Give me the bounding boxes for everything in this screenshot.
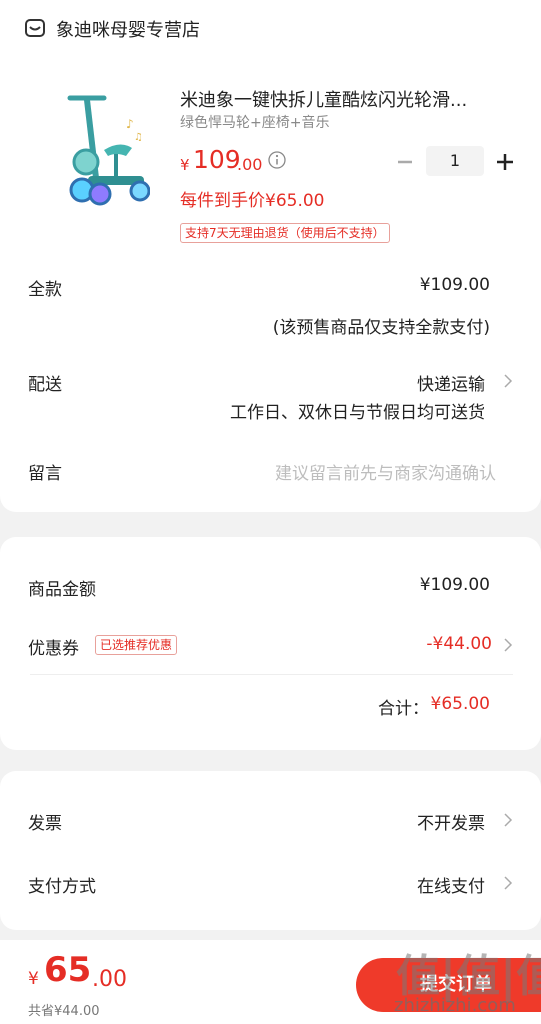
full-payment-note: (该预售商品仅支持全款支付) [272,318,490,338]
price-symbol: ¥ [180,156,190,174]
return-policy-badge: 支持7天无理由退货（使用后不支持） [180,223,390,243]
svg-text:♪: ♪ [126,117,134,131]
subtotal-label: 合计： [378,699,429,719]
invoice-payment-card [0,771,541,930]
coupon-label: 优惠券 [28,639,79,659]
chevron-right-icon[interactable] [503,875,513,891]
decrease-quantity-button[interactable] [392,149,418,175]
product-title[interactable]: 米迪象一键快拆儿童酷炫闪光轮滑... [180,86,467,112]
coupon-value[interactable]: -¥44.00 [426,634,492,654]
chevron-right-icon[interactable] [503,637,513,653]
divider [30,674,513,675]
delivery-label: 配送 [28,375,62,395]
delivery-note: 工作日、双休日与节假日均可送货 [230,403,485,423]
subtotal-value: ¥65.00 [430,694,490,714]
order-product-card [0,0,541,512]
product-spec: 绿色悍马轮+座椅+音乐 [180,115,330,131]
store-icon [25,19,45,37]
per-item-price: 每件到手价¥65.00 [180,191,325,211]
delivery-method[interactable]: 快递运输 [417,370,485,395]
price-integer: 109 [193,145,241,174]
chevron-right-icon[interactable] [503,812,513,828]
svg-text:♫: ♫ [134,132,143,143]
watermark-url: zhizhizhi.com [394,995,516,1016]
invoice-value[interactable]: 不开发票 [417,809,485,834]
price-decimal: .00 [237,155,263,174]
goods-amount-label: 商品金额 [28,580,96,600]
coupon-badge: 已选推荐优惠 [95,635,178,655]
info-icon[interactable] [268,151,286,169]
total-symbol: ¥ [28,969,39,989]
message-input[interactable]: 建议留言前先与商家沟通确认 [275,459,496,484]
payment-method-value[interactable]: 在线支付 [417,872,485,897]
full-payment-label: 全款 [28,280,62,300]
goods-amount-value: ¥109.00 [419,575,490,595]
full-payment-value: ¥109.00 [419,275,490,295]
invoice-label: 发票 [28,814,62,834]
total-decimal: .00 [92,967,127,992]
increase-quantity-button[interactable] [492,149,518,175]
payment-method-label: 支付方式 [28,877,96,897]
saved-amount: 共省¥44.00 [28,1004,100,1019]
total-integer: 65 [44,950,92,990]
kids-scooter-image[interactable]: ♪ ♫ [60,90,150,210]
quantity-input[interactable]: 1 [426,146,484,176]
message-label: 留言 [28,464,62,484]
chevron-right-icon[interactable] [503,373,513,389]
store-name[interactable]: 象迪咪母婴专营店 [56,16,200,42]
